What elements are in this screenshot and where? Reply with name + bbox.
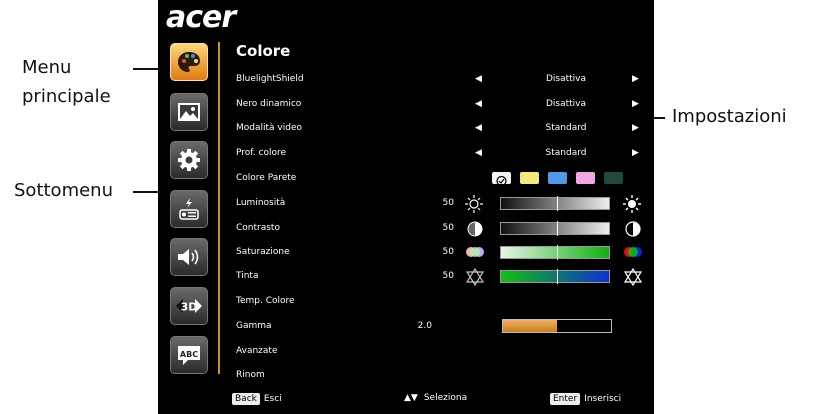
setting-label: Saturazione	[236, 247, 290, 257]
nav-timer-button[interactable]	[170, 190, 208, 228]
picture-icon	[178, 103, 200, 121]
setting-label: Contrasto	[236, 223, 280, 233]
setting-row-color-temp[interactable]: Temp. Colore	[236, 292, 646, 312]
setting-label: Tinta	[236, 271, 259, 281]
gear-icon	[178, 149, 200, 171]
select-label: Seleziona	[423, 393, 468, 403]
right-arrow-icon[interactable]: ▶	[632, 99, 639, 109]
brightness-high-icon	[623, 195, 641, 213]
nav-color-palette-button[interactable]	[170, 43, 208, 81]
setting-label: Colore Parete	[236, 173, 297, 183]
nav-language-button[interactable]: ABC	[170, 336, 208, 374]
setting-label: Modalità video	[236, 123, 302, 133]
setting-row-bluelight[interactable]: BluelightShield ◀ Disattiva ▶	[236, 70, 646, 90]
menu-divider	[218, 42, 220, 374]
setting-value: Standard	[545, 123, 587, 133]
setting-label: Nero dinamico	[236, 99, 302, 109]
callout-settings: Impostazioni	[672, 106, 787, 127]
gamma-slider[interactable]	[502, 319, 612, 333]
setting-label: Prof. colore	[236, 148, 287, 158]
tint-low-icon	[465, 268, 485, 286]
callout-submenu: Sottomenu	[14, 180, 113, 201]
saturation-low-icon	[466, 247, 484, 257]
brightness-slider[interactable]	[500, 196, 610, 211]
back-label: Esci	[263, 394, 282, 404]
brightness-low-icon	[465, 195, 483, 213]
osd-menu: acer 3D ABC Colore BluelightShield ◀ Dis…	[158, 0, 654, 414]
section-title: Colore	[236, 42, 291, 60]
speaker-icon	[178, 249, 199, 265]
gamma-fill	[503, 320, 557, 332]
setting-row-reset[interactable]: Rinom	[236, 366, 646, 386]
right-arrow-icon[interactable]: ▶	[632, 74, 639, 84]
nav-picture-button[interactable]	[170, 93, 208, 131]
saturation-slider[interactable]	[500, 245, 610, 260]
setting-row-tint[interactable]: Tinta 50	[236, 267, 646, 287]
left-arrow-icon[interactable]: ◀	[475, 99, 482, 109]
wall-color-swatch[interactable]	[520, 172, 539, 184]
setting-row-color-profile[interactable]: Prof. colore ◀ Standard ▶	[236, 144, 646, 164]
wall-color-swatch[interactable]	[576, 172, 595, 184]
nav-audio-button[interactable]	[170, 238, 208, 276]
setting-label: Gamma	[236, 321, 272, 331]
callout-main-menu-line2: principale	[22, 86, 111, 107]
back-key: Back	[232, 393, 260, 405]
enter-key: Enter	[550, 393, 581, 405]
setting-value: 50	[442, 223, 454, 233]
setting-value: Disattiva	[545, 74, 587, 84]
contrast-high-icon	[625, 221, 641, 237]
setting-label: Luminosità	[236, 198, 286, 208]
setting-row-dynamic-black[interactable]: Nero dinamico ◀ Disattiva ▶	[236, 95, 646, 115]
right-arrow-icon[interactable]: ▶	[632, 148, 639, 158]
setting-row-contrast[interactable]: Contrasto 50	[236, 219, 646, 239]
setting-row-brightness[interactable]: Luminosità 50	[236, 194, 646, 214]
saturation-high-icon	[624, 247, 642, 257]
setting-label: Rinom	[236, 370, 265, 380]
footer-select: ▲▼ Seleziona	[404, 393, 467, 403]
3d-icon: 3D	[176, 299, 202, 314]
up-down-arrows-icon: ▲▼	[404, 393, 418, 403]
setting-label: BluelightShield	[236, 74, 304, 84]
setting-row-gamma[interactable]: Gamma 2.0	[236, 317, 646, 337]
enter-label: Inserisci	[584, 394, 622, 404]
setting-value: 50	[442, 198, 454, 208]
setting-value: 2.0	[417, 321, 432, 331]
setting-value: Disattiva	[545, 99, 587, 109]
setting-value: Standard	[545, 148, 587, 158]
footer-back[interactable]: Back Esci	[232, 393, 282, 405]
nav-3d-button[interactable]: 3D	[170, 287, 208, 325]
right-arrow-icon[interactable]: ▶	[632, 123, 639, 133]
setting-value: 50	[442, 271, 454, 281]
wall-color-swatch[interactable]	[492, 172, 511, 187]
setting-row-wall-color[interactable]: Colore Parete	[236, 169, 646, 189]
setting-label: Avanzate	[236, 346, 278, 356]
selected-check-icon	[496, 175, 507, 187]
svg-text:ABC: ABC	[180, 350, 198, 359]
svg-text:3D: 3D	[181, 301, 198, 314]
setting-row-video-mode[interactable]: Modalità video ◀ Standard ▶	[236, 119, 646, 139]
setting-value: 50	[442, 247, 454, 257]
wall-color-swatch[interactable]	[548, 172, 567, 184]
left-arrow-icon[interactable]: ◀	[475, 123, 482, 133]
wall-color-swatch[interactable]	[604, 172, 623, 184]
contrast-slider[interactable]	[500, 221, 610, 236]
setting-row-advanced[interactable]: Avanzate	[236, 342, 646, 362]
setting-row-saturation[interactable]: Saturazione 50	[236, 243, 646, 263]
tint-slider[interactable]	[500, 269, 610, 284]
tint-high-icon	[623, 268, 643, 286]
acer-logo: acer	[166, 0, 236, 35]
timer-icon	[179, 198, 199, 220]
setting-label: Temp. Colore	[236, 296, 295, 306]
palette-icon	[178, 52, 200, 72]
left-arrow-icon[interactable]: ◀	[475, 74, 482, 84]
nav-settings-button[interactable]	[170, 141, 208, 179]
contrast-low-icon	[467, 221, 483, 237]
footer-enter[interactable]: Enter Inserisci	[550, 393, 621, 405]
language-icon: ABC	[178, 346, 200, 365]
callout-main-menu-line1: Menu	[22, 57, 72, 78]
left-arrow-icon[interactable]: ◀	[475, 148, 482, 158]
